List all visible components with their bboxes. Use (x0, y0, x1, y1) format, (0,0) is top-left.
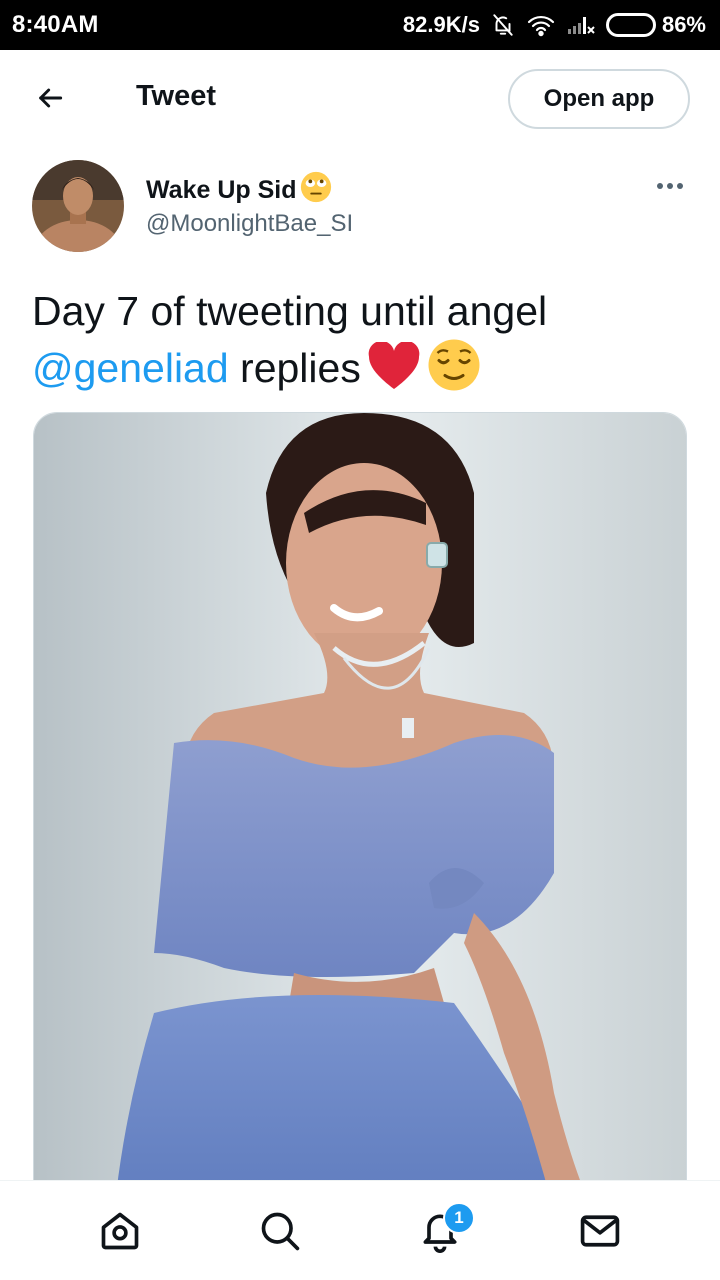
page-title: Tweet (136, 80, 217, 112)
nav-search[interactable] (235, 1186, 325, 1276)
mention-link[interactable]: @geneliad (32, 345, 229, 391)
status-icons: 82.9K/s 86% (403, 12, 706, 38)
status-bar: 8:40AM 82.9K/s 86% (0, 0, 720, 50)
arrow-left-icon (39, 88, 63, 108)
top-bar: Tweet Open app (0, 50, 720, 148)
nav-home[interactable] (75, 1186, 165, 1276)
home-icon (101, 1212, 139, 1249)
tweet-media-photo[interactable] (33, 412, 687, 1212)
battery-percent: 86% (661, 12, 706, 37)
avatar[interactable] (32, 160, 124, 252)
more-button[interactable] (650, 172, 690, 200)
search-icon (261, 1212, 300, 1250)
author-name[interactable]: Wake Up Sid (146, 170, 333, 211)
red-heart-emoji-icon (367, 340, 421, 405)
back-button[interactable] (28, 76, 72, 120)
nav-notifications[interactable]: 1 (395, 1186, 485, 1276)
author-handle[interactable]: @MoonlightBae_SI (146, 210, 353, 238)
tweet-text-prefix: Day 7 of tweeting until angel (32, 288, 548, 334)
open-app-button[interactable]: Open app (508, 69, 690, 129)
author-name-text: Wake Up Sid (146, 176, 297, 204)
tweet-text-suffix: replies (228, 345, 361, 391)
tweet-text: Day 7 of tweeting until angel @geneliad … (32, 284, 692, 405)
rolling-eyes-emoji-icon (299, 170, 333, 211)
signal-icon (566, 12, 596, 38)
nav-messages[interactable] (555, 1186, 645, 1276)
net-speed: 82.9K/s (402, 12, 480, 37)
notification-badge: 1 (443, 1201, 475, 1234)
bell-off-icon (490, 12, 516, 38)
mail-icon (580, 1214, 620, 1247)
battery-icon: 86% (605, 12, 706, 38)
bottom-nav: 1 (0, 1180, 720, 1280)
wifi-icon (526, 12, 556, 38)
relieved-face-emoji-icon (427, 338, 481, 405)
status-time: 8:40AM (12, 11, 99, 38)
more-horizontal-icon (657, 183, 663, 189)
